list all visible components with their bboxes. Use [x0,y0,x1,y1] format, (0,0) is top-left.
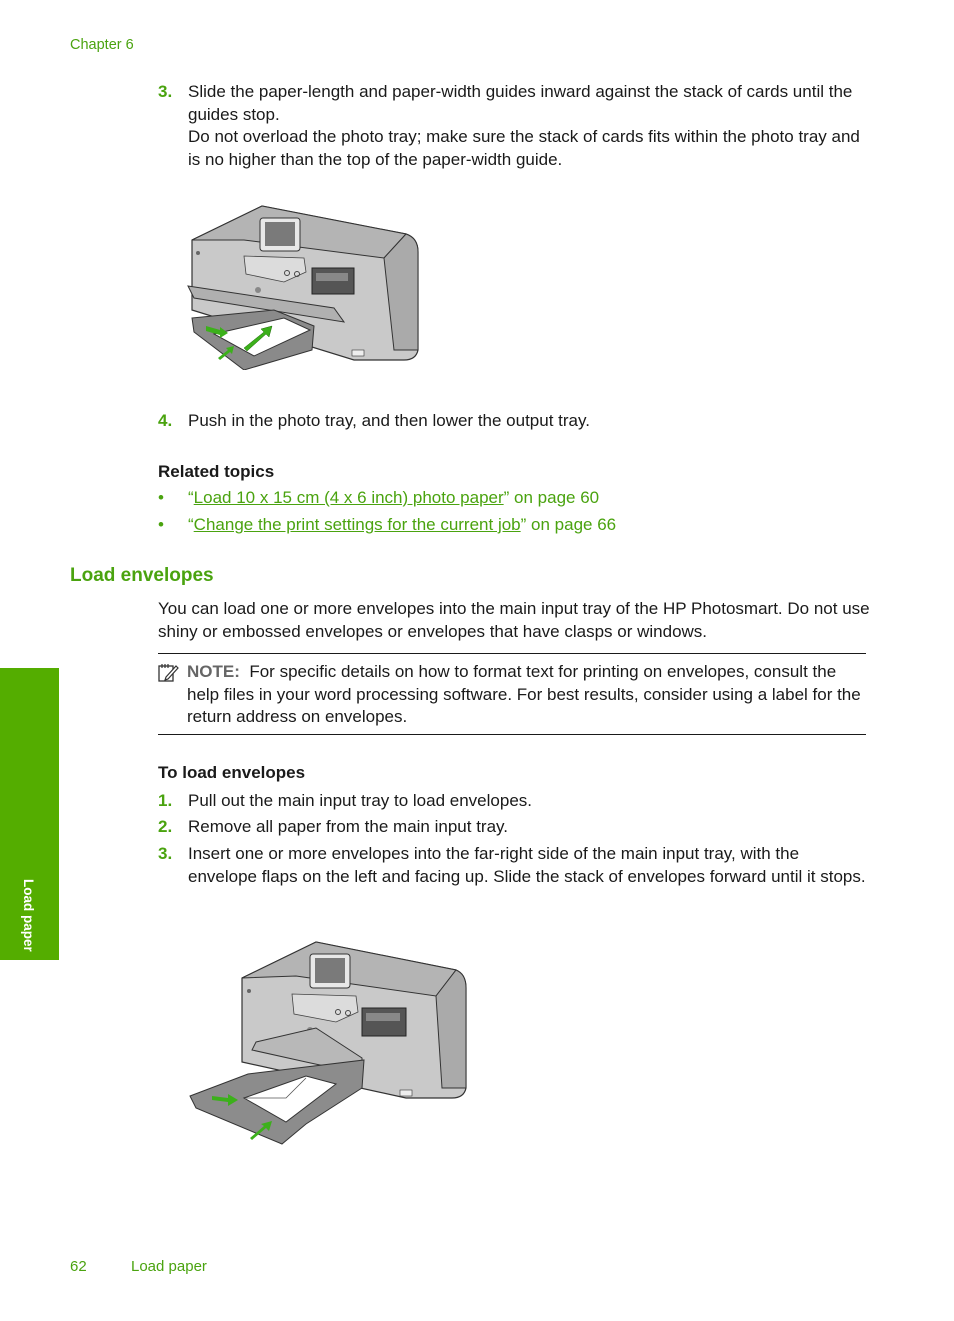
step-text: Remove all paper from the main input tra… [188,817,508,836]
step-number: 3. [158,82,173,101]
note-text: For specific details on how to format te… [187,662,861,726]
figure-photo-tray [184,200,424,370]
printer-envelope-loading-illustration [189,941,467,1145]
printer-photo-tray-illustration [187,205,419,370]
side-tab-label: Load paper [21,879,36,952]
bullet-marker: • [158,488,164,507]
bullet-marker: • [158,515,164,534]
related-topics-heading: Related topics [158,462,275,481]
page-number: 62 [70,1258,87,1275]
note-top-divider [158,653,866,654]
side-chapter-tab: Load paper [0,668,59,960]
step-text: Push in the photo tray, and then lower t… [188,411,590,430]
figure-envelopes [186,938,471,1153]
section-title: Load envelopes [70,565,214,586]
chapter-header: Chapter 6 [70,37,134,53]
step-number: 1. [158,791,173,810]
note-pencil-icon [158,663,180,683]
step-text: Slide the paper-length and paper-width g… [188,82,853,124]
step-number: 3. [158,844,173,863]
step-text: Insert one or more envelopes into the fa… [188,844,866,886]
related-topic-link-print-settings[interactable]: Change the print settings for the curren… [194,515,521,534]
section-intro: You can load one or more envelopes into … [158,599,870,641]
note-bottom-divider [158,734,866,735]
step-number: 4. [158,411,173,430]
step-text: Pull out the main input tray to load env… [188,791,532,810]
step-number: 2. [158,817,173,836]
note-label: NOTE: [187,662,240,681]
footer-section-label: Load paper [131,1258,207,1275]
procedure-heading: To load envelopes [158,763,306,782]
step-text-detail: Do not overload the photo tray; make sur… [188,127,860,169]
related-topic-link-photo-paper[interactable]: Load 10 x 15 cm (4 x 6 inch) photo paper [194,488,504,507]
